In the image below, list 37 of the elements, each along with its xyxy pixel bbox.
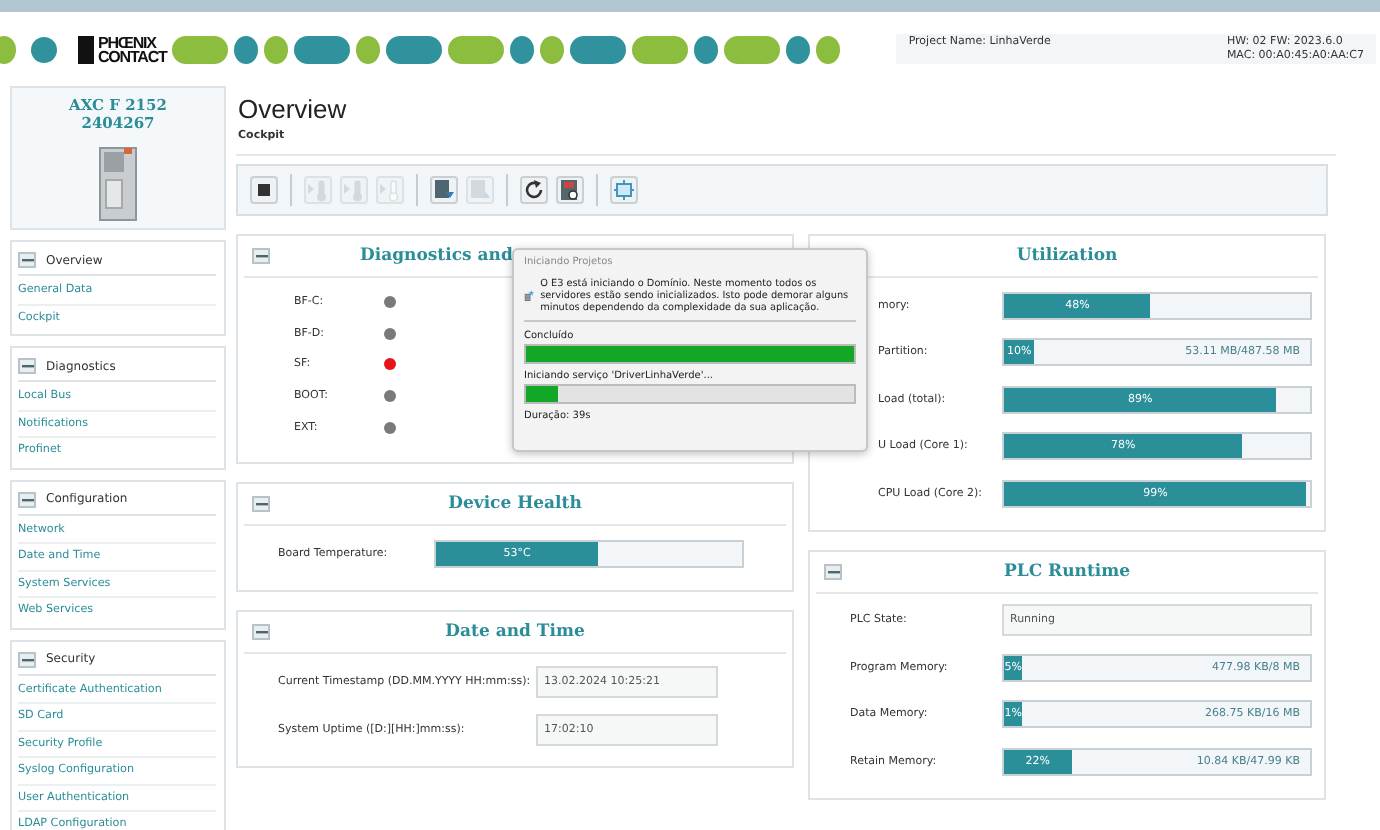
minus-icon (21, 360, 33, 372)
collapse-toggle[interactable] (252, 496, 270, 513)
minus-icon (21, 493, 33, 505)
collapse-toggle[interactable] (824, 563, 842, 579)
panel-title: Utilization (1016, 246, 1118, 266)
panel-title: Device Health (448, 494, 582, 515)
network-icon (612, 178, 636, 202)
panel-title: Date and Time (445, 621, 585, 642)
panel-title: Diagnostics and (360, 246, 513, 266)
minus-icon (21, 653, 33, 665)
minus-icon (255, 498, 267, 511)
collapse-toggle[interactable] (18, 491, 36, 507)
collapse-toggle[interactable] (252, 248, 270, 264)
panel-title: PLC Runtime (1003, 561, 1131, 581)
controller-drawing (94, 144, 142, 224)
minus-icon (255, 625, 267, 638)
stop-icon (252, 178, 276, 202)
reset-device-button[interactable] (556, 176, 584, 204)
page-title: Overview (238, 94, 349, 124)
reset-button[interactable] (520, 176, 548, 204)
collapse-toggle[interactable] (18, 252, 36, 268)
collapse-toggle[interactable] (18, 651, 36, 667)
minus-icon (827, 565, 839, 577)
minus-icon (21, 254, 33, 266)
download-button[interactable] (430, 176, 458, 204)
network-button[interactable] (610, 176, 638, 204)
refresh-icon (522, 178, 546, 202)
minus-icon (255, 250, 267, 262)
collapse-toggle[interactable] (252, 623, 270, 640)
stop-button[interactable] (250, 176, 278, 204)
download-icon (432, 178, 456, 202)
collapse-toggle[interactable] (18, 358, 36, 374)
upload-icon (468, 178, 492, 202)
play-thermometer-icon (342, 178, 366, 202)
device-reset-icon (558, 178, 582, 202)
play-thermometer-icon (378, 178, 402, 202)
play-thermometer-icon (306, 178, 330, 202)
